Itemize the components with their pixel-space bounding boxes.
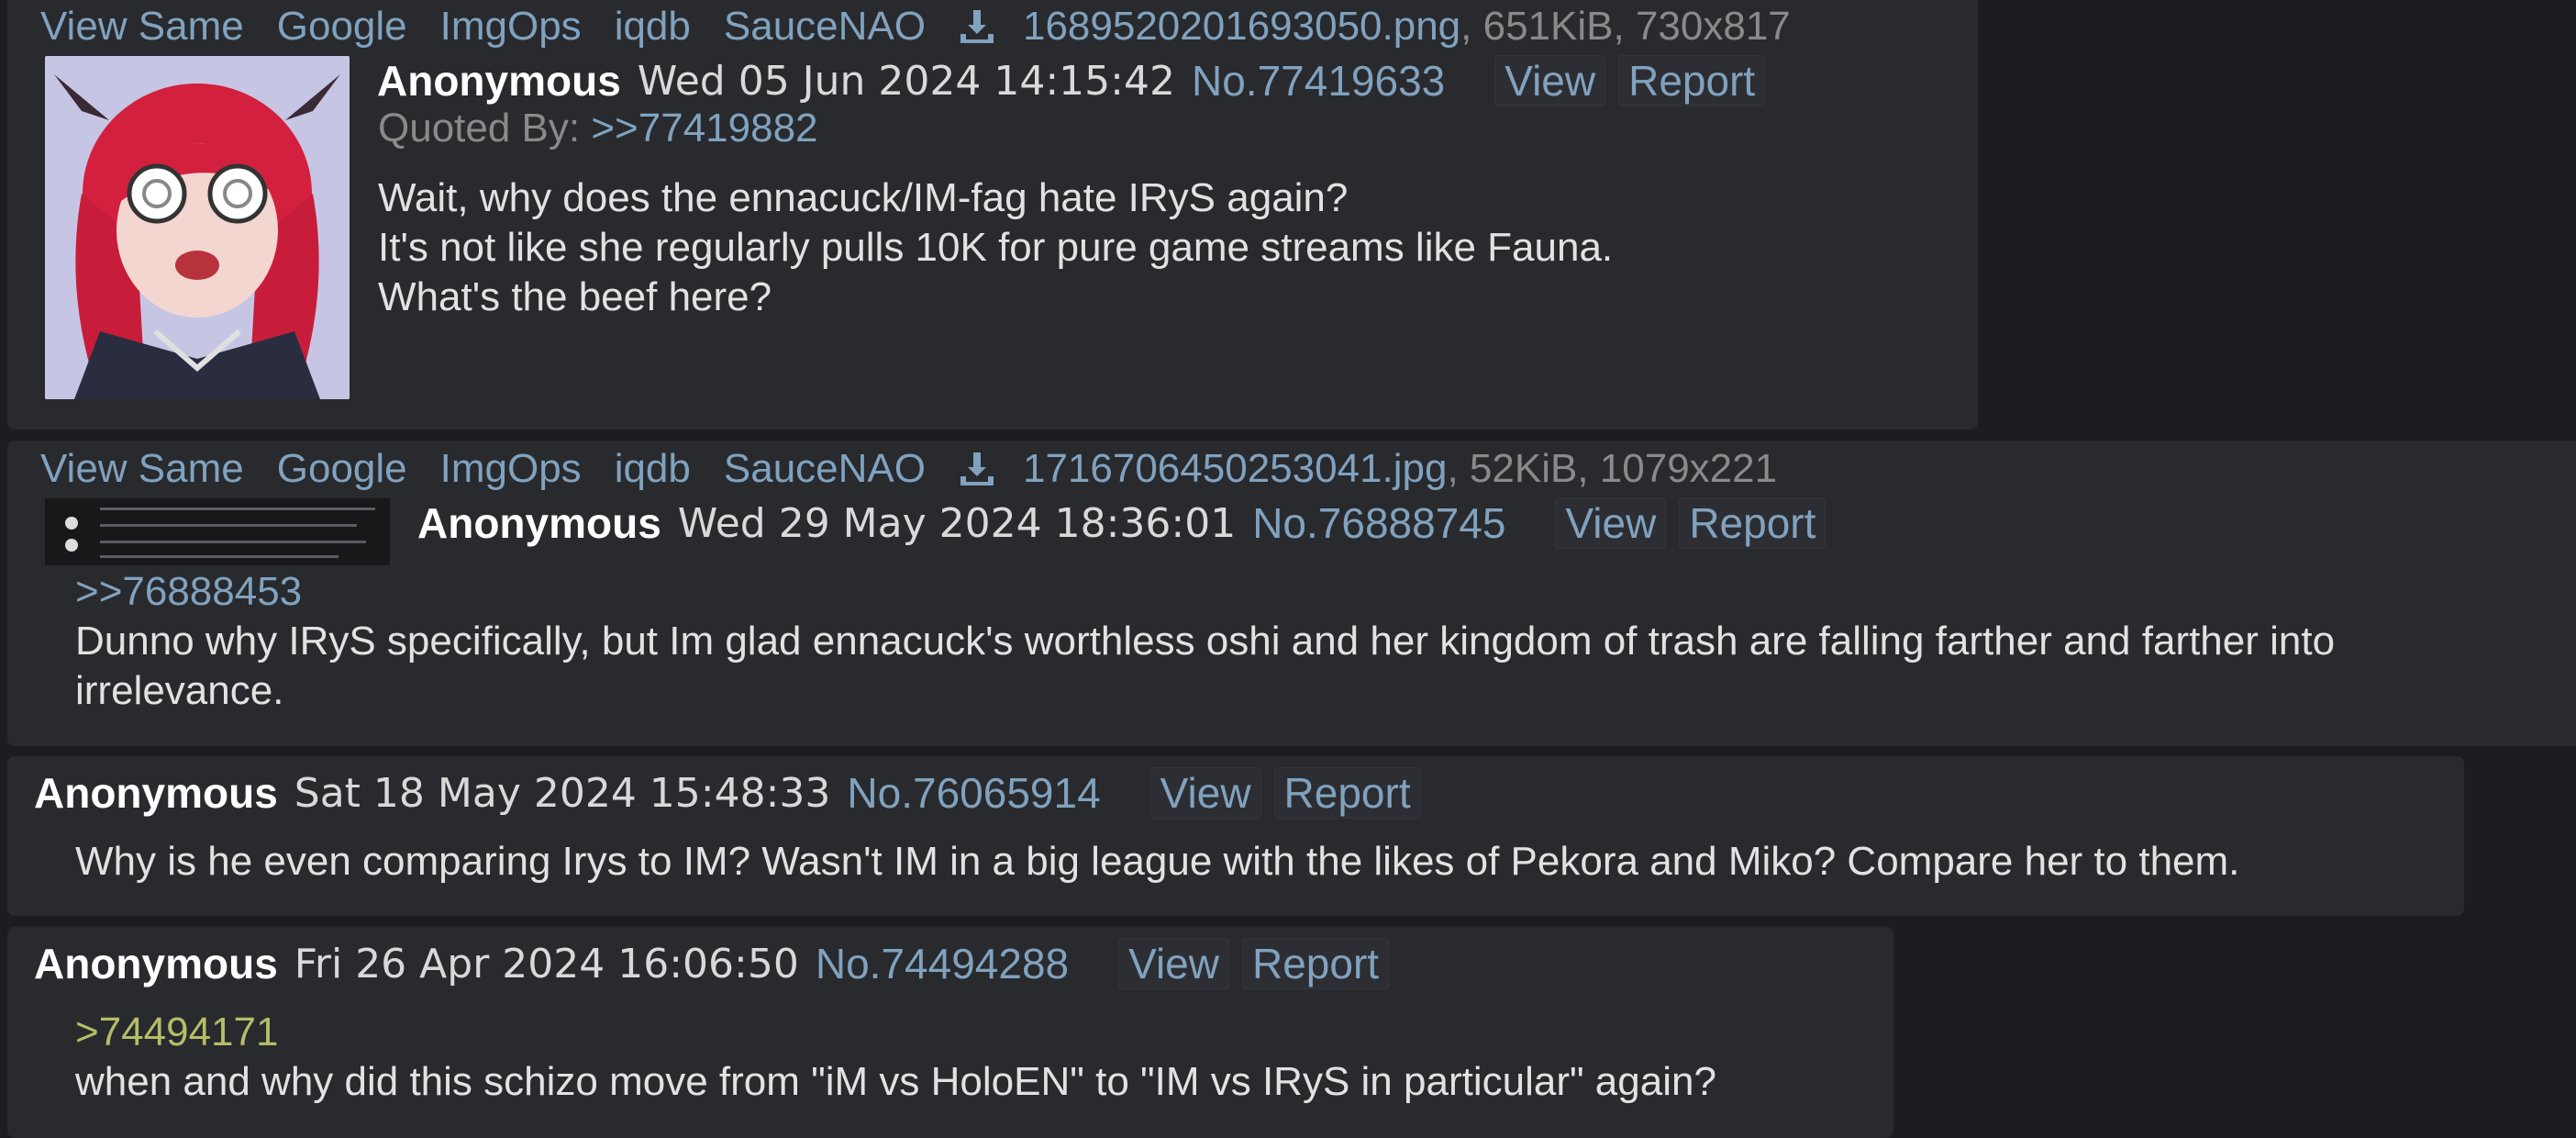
greentext-quote[interactable]: >74494171: [75, 1008, 1910, 1057]
file-name-link[interactable]: 1689520201693050.png: [1023, 4, 1460, 50]
poster-name: Anonymous: [34, 940, 278, 987]
iqdb-link[interactable]: iqdb: [615, 4, 691, 50]
view-button[interactable]: View: [1494, 55, 1606, 106]
view-same-link[interactable]: View Same: [40, 446, 244, 492]
table-line: [100, 541, 366, 543]
file-name-link[interactable]: 1716706450253041.jpg: [1023, 446, 1447, 492]
post-header: Anonymous Sat 18 May 2024 15:48:33 No.76…: [34, 765, 1434, 820]
download-icon[interactable]: [959, 8, 995, 45]
report-button[interactable]: Report: [1679, 497, 1827, 549]
post-thumbnail[interactable]: [45, 56, 350, 399]
file-bar: View Same Google ImgOps iqdb SauceNAO 17…: [40, 444, 1777, 494]
poster-name: Anonymous: [377, 57, 621, 105]
poster-name: Anonymous: [417, 499, 661, 547]
post-body: >74494171 when and why did this schizo m…: [75, 1008, 1910, 1107]
table-line: [100, 524, 357, 527]
post-body: Wait, why does the ennacuck/IM-fag hate …: [378, 173, 1938, 322]
post-date: Wed 29 May 2024 18:36:01: [677, 499, 1237, 547]
iqdb-link[interactable]: iqdb: [615, 446, 691, 492]
post-number-link[interactable]: No.76065914: [847, 768, 1100, 818]
quoted-by-link[interactable]: >>77419882: [591, 106, 817, 151]
post-line: What's the beef here?: [378, 274, 772, 319]
view-same-link[interactable]: View Same: [40, 4, 244, 50]
saucenao-link[interactable]: SauceNAO: [724, 446, 926, 492]
quote-link[interactable]: >>76888453: [75, 567, 2552, 617]
report-button[interactable]: Report: [1273, 767, 1421, 819]
post-body: >>76888453 Dunno why IRyS specifically, …: [75, 567, 2552, 716]
imgops-link[interactable]: ImgOps: [440, 446, 582, 492]
table-line: [100, 555, 339, 558]
google-link[interactable]: Google: [277, 4, 407, 50]
download-icon[interactable]: [959, 451, 995, 487]
quoted-by: Quoted By: >>77419882: [378, 106, 818, 151]
post-header: Anonymous Fri 26 Apr 2024 16:06:50 No.74…: [34, 936, 1402, 991]
post-date: Sat 18 May 2024 15:48:33: [294, 769, 831, 817]
post-header: Anonymous Wed 05 Jun 2024 14:15:42 No.77…: [377, 53, 1778, 108]
post-date: Fri 26 Apr 2024 16:06:50: [294, 940, 799, 987]
poster-name: Anonymous: [34, 769, 278, 817]
table-line: [100, 508, 375, 510]
file-bar: View Same Google ImgOps iqdb SauceNAO 16…: [40, 2, 1791, 51]
post-thumbnail[interactable]: [45, 498, 390, 565]
file-meta: , 52KiB, 1079x221: [1447, 446, 1778, 491]
post-line: It's not like she regularly pulls 10K fo…: [378, 225, 1614, 270]
post-number-link[interactable]: No.76888745: [1252, 498, 1505, 548]
report-button[interactable]: Report: [1241, 938, 1390, 989]
post-text: Dunno why IRyS specifically, but Im glad…: [75, 619, 2336, 713]
post-header: Anonymous Wed 29 May 2024 18:36:01 No.76…: [417, 496, 1838, 551]
post-text: Why is he even comparing Irys to IM? Was…: [75, 839, 2240, 884]
imgops-link[interactable]: ImgOps: [440, 4, 582, 50]
saucenao-link[interactable]: SauceNAO: [724, 4, 926, 50]
post-text: when and why did this schizo move from "…: [75, 1059, 1716, 1104]
view-button[interactable]: View: [1149, 767, 1261, 819]
view-button[interactable]: View: [1118, 938, 1229, 989]
post-number-link[interactable]: No.74494288: [816, 939, 1069, 988]
file-meta: , 651KiB, 730x817: [1460, 4, 1791, 49]
view-button[interactable]: View: [1555, 497, 1667, 549]
post-line: Wait, why does the ennacuck/IM-fag hate …: [378, 175, 1349, 220]
google-link[interactable]: Google: [277, 446, 407, 492]
post-body: Why is he even comparing Irys to IM? Was…: [75, 837, 2460, 887]
quoted-by-label: Quoted By:: [378, 106, 592, 151]
report-button[interactable]: Report: [1618, 55, 1766, 106]
post-number-link[interactable]: No.77419633: [1192, 56, 1445, 106]
post-date: Wed 05 Jun 2024 14:15:42: [637, 57, 1175, 105]
